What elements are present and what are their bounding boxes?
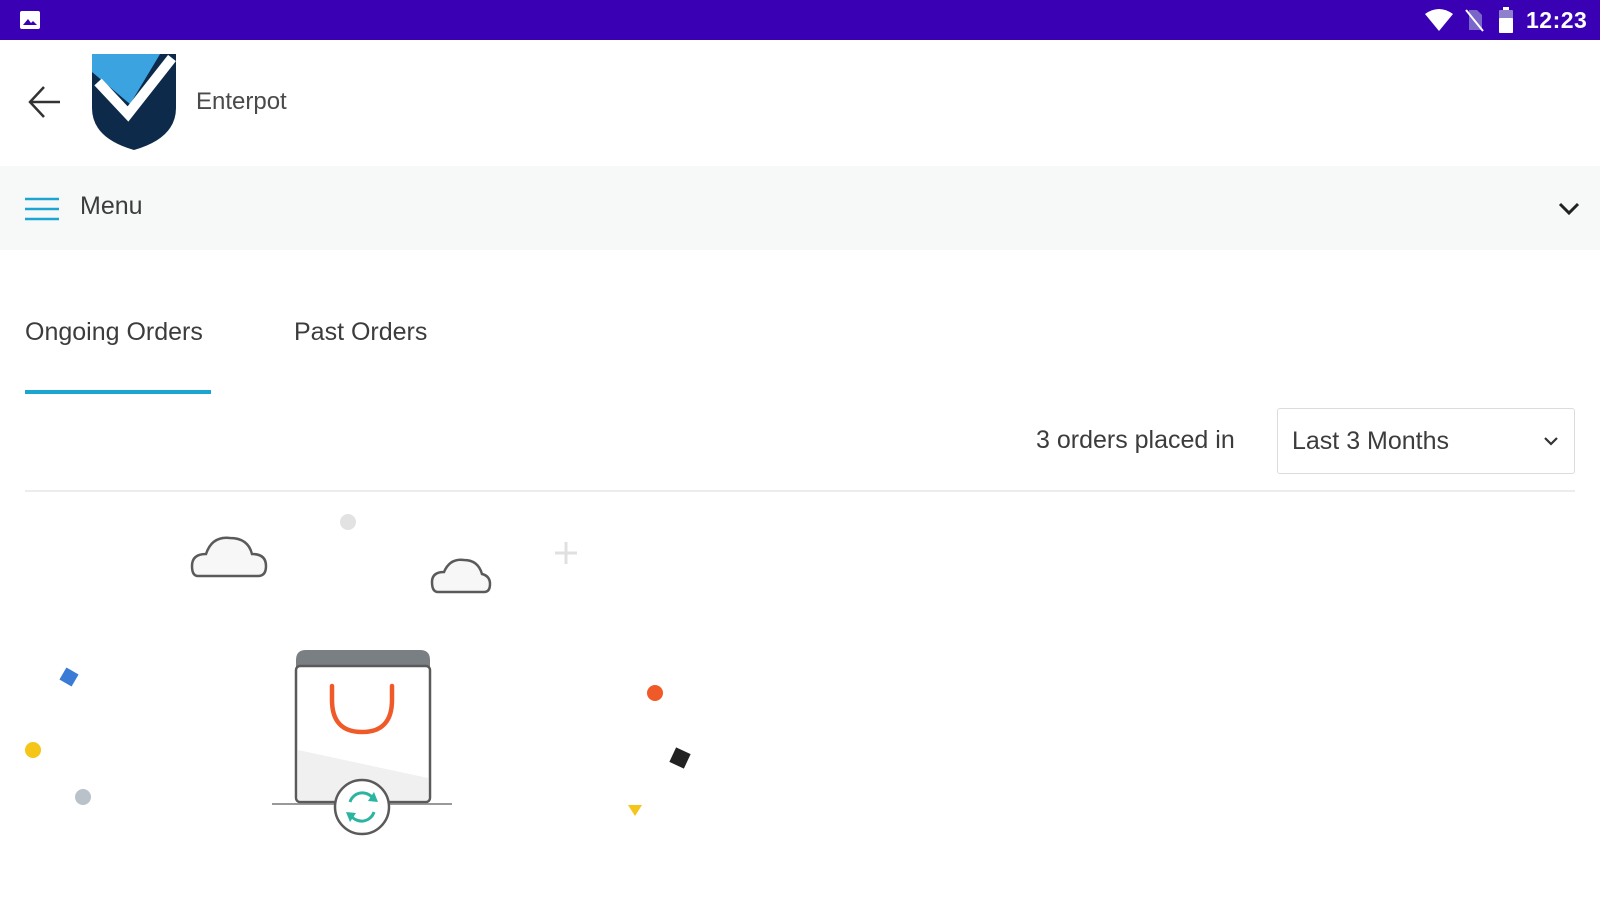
decor-square <box>669 747 691 769</box>
tab-ongoing-orders[interactable]: Ongoing Orders <box>25 318 203 347</box>
cloud-icon <box>190 536 268 578</box>
decor-dot <box>25 742 41 758</box>
app-header: Enterpot <box>0 40 1600 166</box>
refresh-icon <box>333 778 391 836</box>
active-tab-indicator <box>25 390 211 394</box>
decor-diamond <box>59 667 79 687</box>
period-select-value: Last 3 Months <box>1292 427 1450 455</box>
decor-dot <box>75 789 91 805</box>
menu-label: Menu <box>80 192 143 220</box>
decor-dot <box>647 685 663 701</box>
decor-dot <box>340 514 356 530</box>
plus-icon <box>555 542 577 564</box>
empty-orders-illustration <box>25 514 691 836</box>
arrow-left-icon <box>28 86 60 118</box>
menu-bar[interactable]: Menu <box>0 166 1600 250</box>
back-button[interactable] <box>22 82 68 122</box>
decor-triangle <box>628 805 642 816</box>
orders-count-text: 3 orders placed in <box>1036 426 1235 454</box>
divider <box>25 490 1575 492</box>
battery-icon <box>1499 7 1513 33</box>
status-bar: 12:23 <box>0 0 1600 40</box>
tab-past-orders[interactable]: Past Orders <box>294 318 427 347</box>
status-time: 12:23 <box>1526 7 1588 33</box>
gallery-icon <box>20 11 40 29</box>
no-sim-icon <box>1465 9 1484 32</box>
chevron-down-icon[interactable] <box>1556 198 1582 218</box>
wifi-icon <box>1425 9 1453 31</box>
period-select[interactable]: Last 3 Months <box>1277 408 1575 474</box>
brand-name: Enterpot <box>196 88 287 115</box>
chevron-down-icon <box>1544 437 1558 446</box>
cloud-icon <box>430 558 492 594</box>
hamburger-icon <box>25 197 59 221</box>
shield-check-logo <box>92 54 176 150</box>
